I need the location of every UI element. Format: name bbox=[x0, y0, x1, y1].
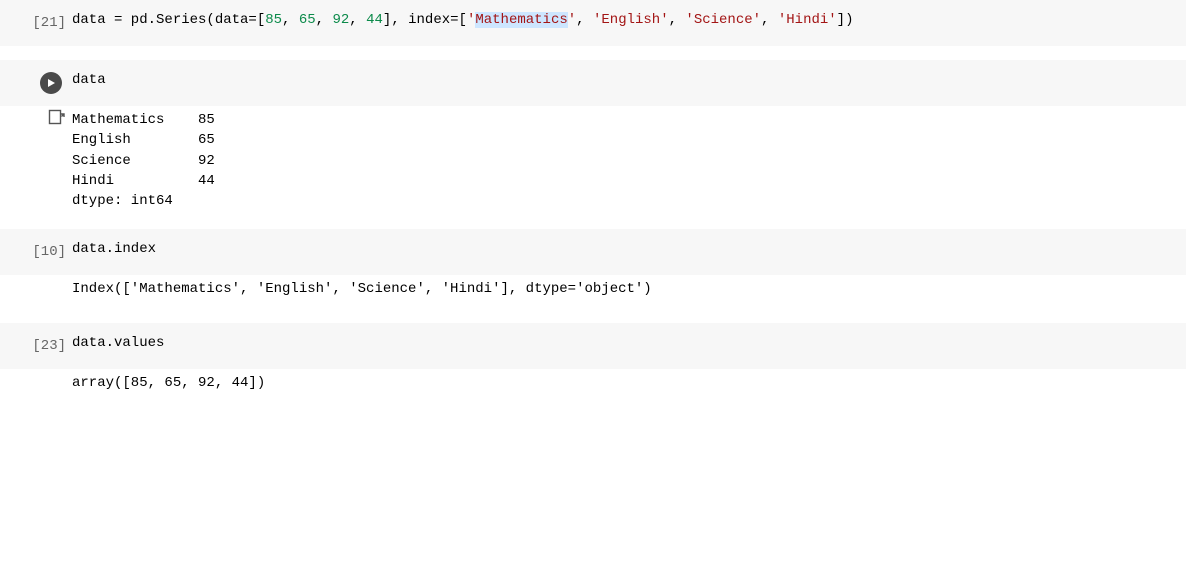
code-input[interactable]: data.index bbox=[72, 235, 1186, 263]
cell-gutter: [10] bbox=[0, 235, 72, 269]
notebook-cell: [21] data = pd.Series(data=[85, 65, 92, 4… bbox=[0, 0, 1186, 46]
exec-count: [21] bbox=[32, 15, 66, 31]
code-output: Index(['Mathematics', 'English', 'Scienc… bbox=[72, 275, 1186, 303]
cell-input-row[interactable]: [21] data = pd.Series(data=[85, 65, 92, 4… bbox=[0, 0, 1186, 46]
output-gutter bbox=[0, 369, 72, 403]
cell-gutter bbox=[0, 66, 72, 100]
code-input[interactable]: data.values bbox=[72, 329, 1186, 357]
cell-gutter: [23] bbox=[0, 329, 72, 363]
notebook-cell: data Mathematics 85 English 65 Science 92… bbox=[0, 60, 1186, 215]
notebook-cell: [10] data.index Index(['Mathematics', 'Eng… bbox=[0, 229, 1186, 309]
exec-count: [23] bbox=[32, 338, 66, 354]
code-output: array([85, 65, 92, 44]) bbox=[72, 369, 1186, 397]
output-icon bbox=[48, 108, 66, 126]
code-input[interactable]: data = pd.Series(data=[85, 65, 92, 44], … bbox=[72, 6, 1186, 34]
output-gutter bbox=[0, 275, 72, 309]
cell-input-row[interactable]: data bbox=[0, 60, 1186, 106]
run-cell-icon[interactable] bbox=[40, 72, 62, 94]
cell-gutter: [21] bbox=[0, 6, 72, 40]
code-input[interactable]: data bbox=[72, 66, 1186, 94]
cell-output-row: Mathematics 85 English 65 Science 92 Hin… bbox=[0, 106, 1186, 215]
cell-input-row[interactable]: [10] data.index bbox=[0, 229, 1186, 275]
cell-output-row: array([85, 65, 92, 44]) bbox=[0, 369, 1186, 403]
output-gutter bbox=[0, 106, 72, 140]
cell-output-row: Index(['Mathematics', 'English', 'Scienc… bbox=[0, 275, 1186, 309]
code-output: Mathematics 85 English 65 Science 92 Hin… bbox=[72, 106, 1186, 215]
cell-input-row[interactable]: [23] data.values bbox=[0, 323, 1186, 369]
notebook-cell: [23] data.values array([85, 65, 92, 44]) bbox=[0, 323, 1186, 403]
exec-count: [10] bbox=[32, 244, 66, 260]
